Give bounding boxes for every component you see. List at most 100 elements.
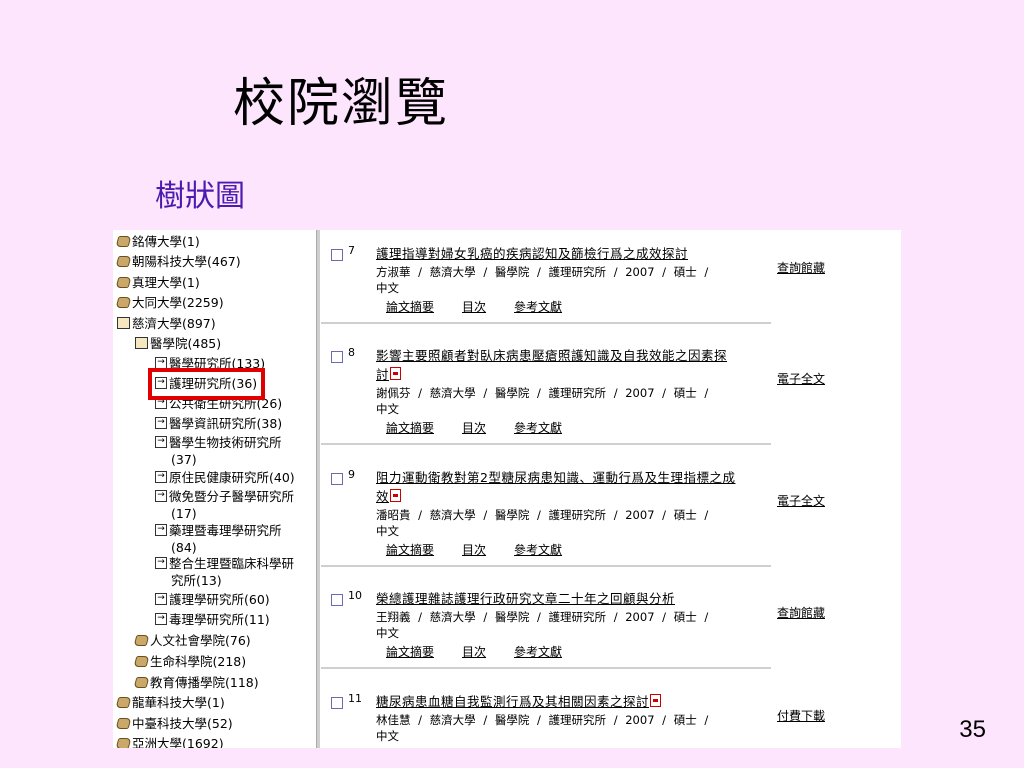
result-meta: 王翔義 / 慈濟大學 / 醫學院 / 護理研究所 / 2007 / 碩士 / (376, 610, 709, 624)
tree-node[interactable]: 微免暨分子醫學研究所 (155, 489, 294, 504)
pdf-icon[interactable] (390, 489, 402, 502)
tree-node-label: 醫學資訊研究所(38) (169, 416, 283, 431)
tree-node-label: 生命科學院(218) (150, 654, 247, 669)
tree-node[interactable]: 中臺科技大學(52) (115, 716, 233, 731)
result-title[interactable]: 護理指導對婦女乳癌的疾病認知及篩檢行爲之成效探討 (376, 244, 776, 263)
result-meta: 方淑華 / 慈濟大學 / 醫學院 / 護理研究所 / 2007 / 碩士 / (376, 265, 709, 279)
result-separator (321, 443, 771, 445)
book-icon (115, 236, 132, 247)
tree-node[interactable]: 朝陽科技大學(467) (115, 254, 241, 269)
result-title-line[interactable]: 討 (376, 367, 389, 382)
tree-node[interactable]: 生命科學院(218) (133, 654, 247, 669)
tree-node-label: 中臺科技大學(52) (132, 716, 233, 731)
book-icon (115, 297, 132, 308)
book-icon (115, 256, 132, 267)
result-number: 10 (348, 589, 362, 602)
result-link[interactable]: 論文摘要 (386, 543, 434, 557)
result-language: 中文 (376, 402, 399, 416)
open-book-icon (117, 317, 130, 329)
tree-node[interactable]: 人文社會學院(76) (133, 633, 251, 648)
result-link[interactable]: 參考文獻 (514, 421, 562, 435)
tree-node[interactable]: 教育傳播學院(118) (133, 675, 259, 690)
result-link[interactable]: 論文摘要 (386, 421, 434, 435)
result-link[interactable]: 目次 (462, 645, 486, 659)
result-checkbox[interactable] (331, 351, 343, 363)
slide-subtitle: 樹狀圖 (155, 179, 245, 214)
result-number: 8 (348, 346, 355, 359)
result-title[interactable]: 糖尿病患血糖自我監測行爲及其相關因素之探討 (376, 692, 776, 711)
tree-node-label: 朝陽科技大學(467) (132, 254, 241, 269)
result-title-line[interactable]: 榮總護理雜誌護理行政研究文章二十年之回顧與分析 (376, 591, 675, 606)
tree-node[interactable]: 銘傳大學(1) (115, 234, 200, 249)
tree-node[interactable]: (17) (171, 506, 197, 521)
result-number: 11 (348, 692, 362, 705)
tree-node[interactable]: 大同大學(2259) (115, 295, 224, 310)
result-link[interactable]: 論文摘要 (386, 300, 434, 314)
result-action-link[interactable]: 查詢館藏 (777, 604, 825, 621)
result-link[interactable]: 參考文獻 (514, 543, 562, 557)
tree-node-label: 人文社會學院(76) (150, 633, 251, 648)
result-meta: 謝佩芬 / 慈濟大學 / 醫學院 / 護理研究所 / 2007 / 碩士 / (376, 386, 709, 400)
tree-node[interactable]: 藥理暨毒理學研究所 (155, 523, 282, 538)
result-language: 中文 (376, 729, 399, 743)
result-title[interactable]: 影響主要照顧者對臥床病患壓瘡照護知識及自我效能之因素探討 (376, 346, 776, 384)
tree-node[interactable]: 醫學資訊研究所(38) (155, 416, 282, 431)
tree-node-label: 藥理暨毒理學研究所 (169, 523, 282, 538)
result-action-link[interactable]: 電子全文 (777, 370, 825, 387)
tree-node[interactable]: 亞洲大學(1692) (115, 736, 224, 748)
book-icon (133, 677, 150, 688)
tree-node[interactable]: 整合生理暨臨床科學研 (155, 556, 294, 571)
result-title-line[interactable]: 影響主要照顧者對臥床病患壓瘡照護知識及自我效能之因素探 (376, 348, 727, 363)
open-book-icon (135, 337, 148, 349)
pdf-icon[interactable] (390, 367, 402, 380)
book-icon (115, 738, 132, 748)
result-title[interactable]: 榮總護理雜誌護理行政研究文章二十年之回顧與分析 (376, 589, 776, 608)
result-action-link[interactable]: 付費下載 (777, 707, 825, 724)
tree-node[interactable]: 醫學生物技術研究所 (155, 435, 282, 450)
tree-node-label: 亞洲大學(1692) (132, 736, 224, 748)
tree-node[interactable]: 真理大學(1) (115, 275, 200, 290)
tree-node-label: 龍華科技大學(1) (132, 695, 225, 710)
result-title-line[interactable]: 護理指導對婦女乳癌的疾病認知及篩檢行爲之成效探討 (376, 246, 688, 261)
result-title-line[interactable]: 糖尿病患血糖自我監測行爲及其相關因素之探討 (376, 694, 649, 709)
tree-node-label: 慈濟大學(897) (132, 316, 216, 331)
tree-node[interactable]: 毒理學研究所(11) (155, 612, 270, 627)
result-checkbox[interactable] (331, 249, 343, 261)
result-language: 中文 (376, 626, 399, 640)
result-links: 論文摘要 目次 參考文獻 (386, 298, 590, 315)
tree-divider[interactable] (316, 230, 320, 748)
result-title-line[interactable]: 阻力運動衛教對第2型糖尿病患知識、運動行爲及生理指標之成 (376, 470, 735, 485)
result-link[interactable]: 參考文獻 (514, 300, 562, 314)
tree-node[interactable]: 護理學研究所(60) (155, 592, 270, 607)
result-separator (321, 667, 771, 669)
page-number: 35 (959, 716, 986, 743)
arrow-icon (155, 557, 167, 569)
tree-node[interactable]: 慈濟大學(897) (117, 316, 216, 331)
book-icon (115, 277, 132, 288)
tree-node[interactable]: 原住民健康研究所(40) (155, 470, 295, 485)
tree-node[interactable]: 究所(13) (171, 573, 222, 588)
result-checkbox[interactable] (331, 594, 343, 606)
tree-node[interactable]: 醫學院(485) (135, 336, 221, 351)
result-action-link[interactable]: 電子全文 (777, 492, 825, 509)
result-action-link[interactable]: 查詢館藏 (777, 259, 825, 276)
result-number: 9 (348, 468, 355, 481)
tree-node-label: 整合生理暨臨床科學研 (169, 556, 295, 571)
result-link[interactable]: 論文摘要 (386, 645, 434, 659)
result-title-line[interactable]: 效 (376, 489, 389, 504)
tree-node[interactable]: 龍華科技大學(1) (115, 695, 225, 710)
result-link[interactable]: 目次 (462, 300, 486, 314)
result-link[interactable]: 參考文獻 (514, 645, 562, 659)
result-link[interactable]: 目次 (462, 421, 486, 435)
tree-node-label: 教育傳播學院(118) (150, 675, 259, 690)
pdf-icon[interactable] (650, 694, 662, 707)
result-links: 論文摘要 目次 參考文獻 (386, 419, 590, 436)
tree-node-label: (37) (171, 452, 197, 467)
result-link[interactable]: 目次 (462, 543, 486, 557)
tree-node[interactable]: (84) (171, 540, 197, 555)
result-checkbox[interactable] (331, 697, 343, 709)
result-checkbox[interactable] (331, 473, 343, 485)
result-title[interactable]: 阻力運動衛教對第2型糖尿病患知識、運動行爲及生理指標之成效 (376, 468, 776, 506)
institution-tree: 銘傳大學(1) 朝陽科技大學(467) 真理大學(1) 大同大學(2259) 慈濟大學(… (113, 230, 316, 748)
tree-node[interactable]: (37) (171, 452, 197, 467)
